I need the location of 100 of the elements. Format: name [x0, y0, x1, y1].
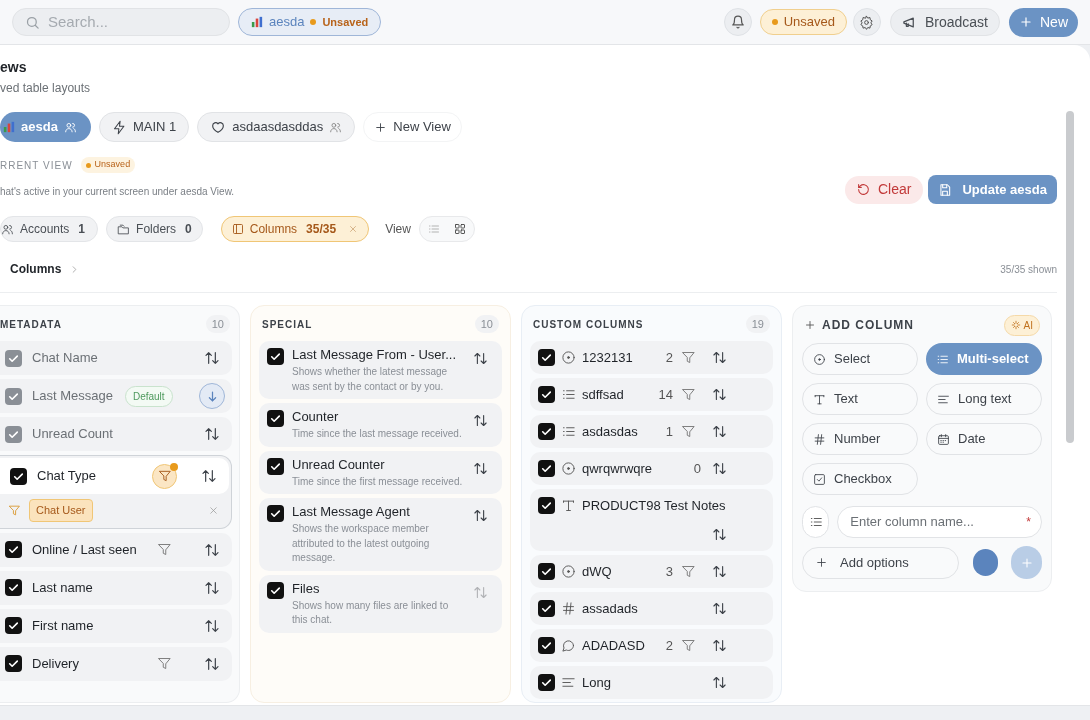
checkbox[interactable]: [538, 600, 555, 617]
check-icon: [540, 639, 553, 652]
checkbox[interactable]: [267, 457, 284, 475]
column-name: Unread Count: [32, 425, 113, 444]
sort-icon: [712, 527, 727, 542]
clear-button[interactable]: Clear: [845, 175, 924, 204]
sort-icon: [712, 424, 727, 439]
filter-label: Folders: [136, 221, 177, 238]
circle-dot-icon: [561, 350, 576, 365]
search-field[interactable]: Search...: [12, 8, 230, 36]
column-description: Time since the last message received.: [292, 427, 463, 441]
view-label: View: [385, 221, 411, 238]
checkbox[interactable]: [5, 349, 22, 367]
checkbox[interactable]: [10, 467, 27, 485]
sort-control[interactable]: [712, 387, 727, 402]
settings-icon: [859, 14, 875, 30]
checkbox[interactable]: [538, 460, 555, 477]
column-name: Online / Last seen: [32, 540, 137, 559]
column-name: Chat Name: [32, 349, 98, 368]
checkbox[interactable]: [5, 541, 22, 558]
view-chip[interactable]: aesda Unsaved: [238, 8, 382, 36]
checkbox[interactable]: [267, 410, 284, 427]
filter-chip[interactable]: Columns 35/35: [220, 216, 370, 242]
check-icon: [7, 543, 20, 556]
check-icon: [269, 350, 282, 363]
column-type-option[interactable]: Select: [802, 343, 918, 375]
broadcast-button[interactable]: Broadcast: [889, 8, 1000, 36]
checkbox[interactable]: [5, 425, 22, 443]
view-tab[interactable]: asdaasdasddas: [197, 112, 356, 142]
checkbox[interactable]: [538, 637, 555, 654]
sort-icon: [204, 655, 220, 672]
option-count: 3: [665, 562, 673, 581]
sort-descending-button[interactable]: [199, 383, 225, 409]
sort-control[interactable]: [712, 461, 727, 476]
filter-value-tag: Chat User: [29, 499, 93, 522]
checkbox[interactable]: [538, 349, 555, 366]
breadcrumb-item[interactable]: Columns: [0, 260, 62, 278]
column-name: dWQ: [582, 562, 612, 581]
checkbox[interactable]: [538, 423, 555, 440]
sort-control[interactable]: [473, 413, 488, 428]
sort-control[interactable]: [473, 351, 488, 366]
column-type-option[interactable]: Number: [802, 423, 918, 455]
view-tab[interactable]: MAIN 1: [98, 112, 190, 142]
plus-icon: [1019, 15, 1033, 29]
checkbox[interactable]: [5, 617, 22, 634]
column-type-option[interactable]: Checkbox: [802, 463, 918, 495]
check-icon: [540, 425, 553, 438]
checkbox[interactable]: [538, 563, 555, 580]
filter-label: Columns: [249, 221, 298, 238]
checkbox[interactable]: [5, 387, 22, 405]
filter-chip[interactable]: Folders 0: [106, 216, 203, 242]
column-name: Counter: [292, 409, 340, 425]
chat-bubble-icon: [561, 638, 576, 653]
sort-control[interactable]: [473, 460, 488, 476]
sort-icon: [712, 564, 727, 579]
sort-control[interactable]: [712, 601, 727, 616]
column-name: Chat Type: [37, 467, 97, 486]
list-icon: [561, 424, 576, 439]
sort-control[interactable]: [712, 424, 727, 439]
users-icon: [1, 222, 14, 236]
column-name: First name: [32, 616, 94, 635]
search-input[interactable]: Search...: [48, 10, 208, 34]
column-name-input[interactable]: Enter column name...: [850, 512, 1027, 532]
grid-icon: [453, 223, 466, 235]
sort-control[interactable]: [712, 675, 727, 690]
group-count: 10: [205, 314, 230, 334]
sort-icon: [204, 350, 220, 366]
list-icon: [808, 515, 823, 529]
option-count: 1: [665, 422, 673, 441]
checkbox[interactable]: [267, 505, 284, 522]
add-options-button[interactable]: Add options: [802, 546, 959, 579]
sort-control[interactable]: [712, 564, 727, 579]
filter-button[interactable]: [152, 463, 177, 489]
color-swatch[interactable]: [972, 549, 999, 576]
checkbox[interactable]: [538, 674, 555, 691]
column-name-field[interactable]: Enter column name... *: [837, 506, 1042, 538]
column-type-option[interactable]: Long text: [926, 383, 1042, 415]
sort-control[interactable]: [712, 638, 727, 653]
check-icon: [7, 581, 20, 594]
hash-icon: [813, 432, 826, 446]
sort-control[interactable]: [712, 527, 727, 542]
column-type-option[interactable]: Date: [926, 423, 1042, 455]
checkbox[interactable]: [5, 655, 22, 672]
checkbox[interactable]: [5, 579, 22, 596]
checkbox[interactable]: [267, 348, 284, 365]
sort-control[interactable]: [712, 350, 727, 365]
folder-icon: [117, 222, 131, 236]
sort-control[interactable]: [473, 508, 488, 523]
checkbox[interactable]: [538, 497, 555, 514]
settings-button[interactable]: [852, 8, 881, 36]
filter-chip[interactable]: Accounts 1: [0, 216, 99, 242]
checkbox[interactable]: [267, 581, 284, 599]
sort-icon: [712, 638, 727, 653]
column-name: Long: [582, 673, 611, 692]
column-name: Delivery: [32, 654, 79, 673]
plus-icon: [374, 120, 388, 134]
column-name: 1232131: [582, 348, 633, 367]
notifications-button[interactable]: [723, 8, 752, 36]
column-type-option[interactable]: Text: [802, 383, 918, 415]
checkbox[interactable]: [538, 386, 555, 403]
